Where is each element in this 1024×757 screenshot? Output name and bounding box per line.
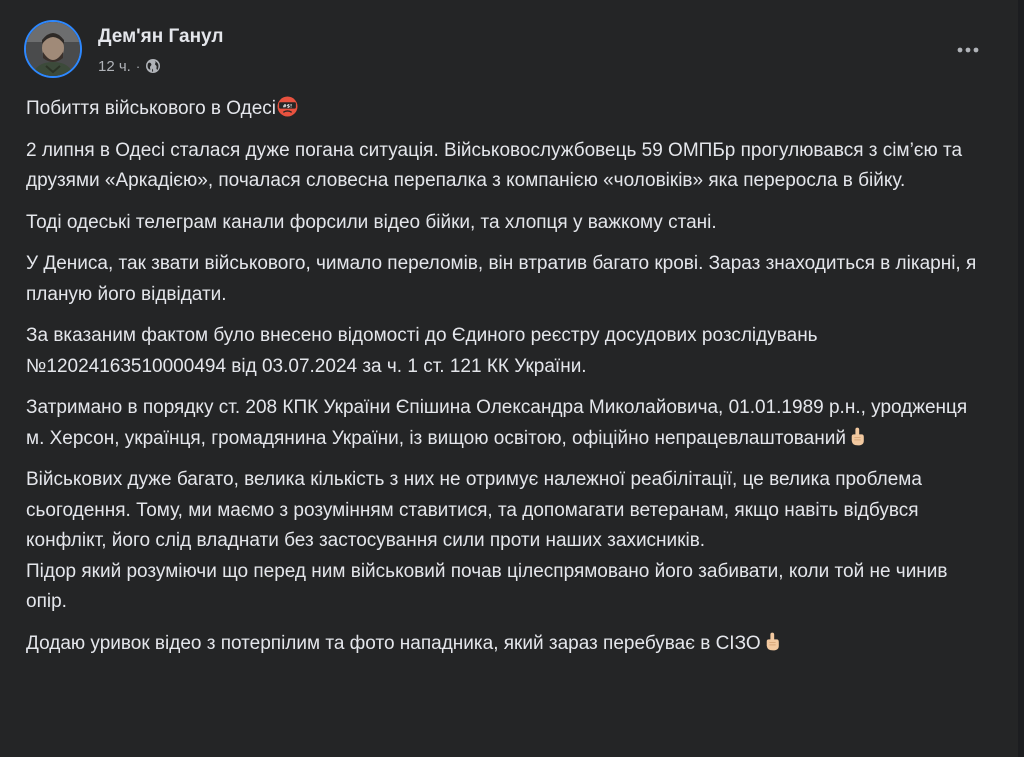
- post-paragraph: Підор який розуміючи що перед ним військ…: [26, 560, 953, 613]
- post-paragraph: 2 липня в Одесі сталася дуже погана ситу…: [26, 139, 968, 192]
- author-name[interactable]: Дем'ян Ганул: [98, 26, 223, 48]
- post-paragraph: Затримано в порядку ст. 208 КПК України …: [26, 393, 986, 454]
- post-text: Побиття військового в Одесі #$! 2 липня в…: [26, 94, 986, 670]
- post-paragraph: Додаю уривок відео з потерпілим та фото …: [26, 629, 986, 660]
- post-timestamp[interactable]: 12 ч.: [98, 58, 131, 75]
- meta-separator: ·: [135, 58, 141, 74]
- index-pointing-up-emoji: [851, 427, 864, 445]
- page-scrollbar[interactable]: [1018, 0, 1024, 757]
- author-avatar[interactable]: [24, 20, 82, 78]
- post-meta: 12 ч. ·: [98, 56, 161, 76]
- svg-text:#$!: #$!: [283, 104, 292, 110]
- more-options-icon: [957, 47, 979, 53]
- angry-face-emoji: #$!: [277, 96, 298, 117]
- post-paragraph: Військових дуже багато, велика кількість…: [26, 469, 928, 551]
- index-pointing-up-emoji: [766, 632, 779, 650]
- post-paragraph: За вказаним фактом було внесено відомост…: [26, 325, 823, 377]
- post-title: Побиття військового в Одесі: [26, 98, 277, 119]
- more-options-button[interactable]: [948, 32, 988, 68]
- post-paragraph: Побиття військового в Одесі #$!: [26, 94, 986, 125]
- post-header: Дем'ян Ганул 12 ч. ·: [24, 20, 1004, 84]
- avatar-photo: [26, 22, 80, 76]
- post-paragraph-text: Додаю уривок відео з потерпілим та фото …: [26, 632, 761, 654]
- post-paragraph: У Дениса, так звати військового, чимало …: [26, 253, 982, 305]
- globe-icon[interactable]: [145, 58, 161, 74]
- post-paragraph: Тоді одеські телеграм канали форсили від…: [26, 211, 717, 233]
- post-card: Дем'ян Ганул 12 ч. · Побиття військового: [0, 0, 1018, 757]
- post-paragraph-text: Затримано в порядку ст. 208 КПК України …: [26, 397, 973, 449]
